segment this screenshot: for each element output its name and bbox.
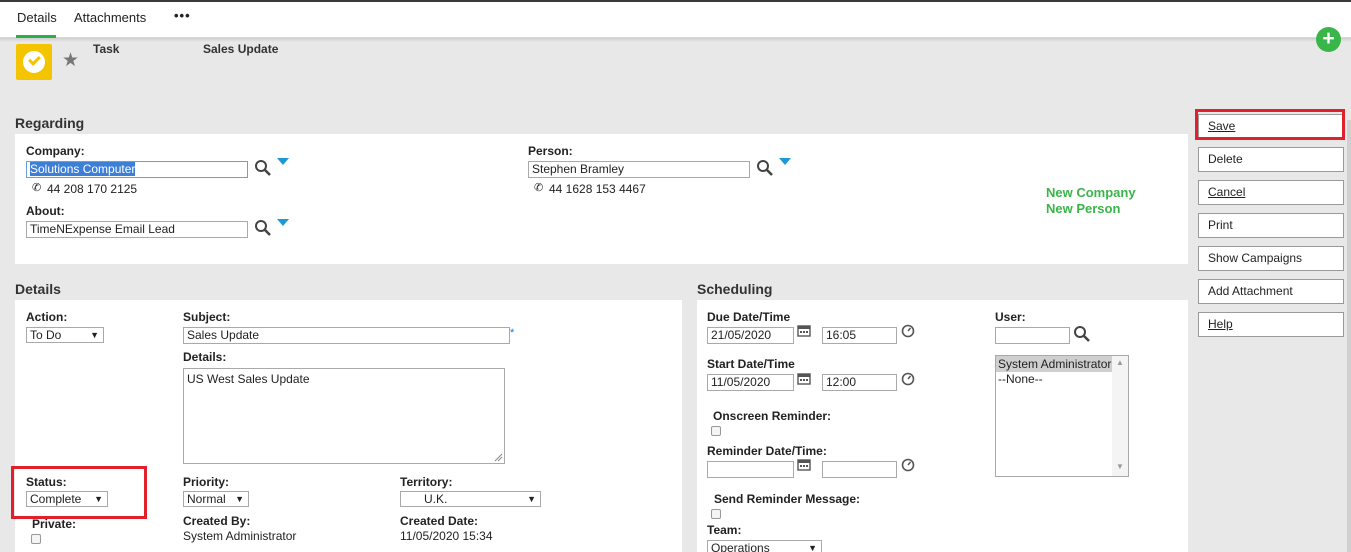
listbox-scrollbar[interactable]: ▲ ▼ (1112, 356, 1128, 476)
task-check-icon (16, 44, 52, 80)
clock-icon[interactable] (901, 458, 915, 472)
calendar-icon[interactable] (797, 458, 811, 471)
phone-icon: ✆ (32, 182, 42, 194)
print-button[interactable]: Print (1198, 213, 1344, 238)
regarding-panel (15, 134, 1188, 264)
new-company-link[interactable]: New Company (1046, 185, 1136, 200)
required-mark: * (510, 327, 515, 339)
calendar-icon[interactable] (797, 372, 811, 385)
search-icon[interactable] (1073, 325, 1091, 343)
onscreen-reminder-checkbox[interactable] (711, 426, 721, 436)
calendar-icon[interactable] (797, 324, 811, 337)
status-highlight-box (11, 466, 147, 519)
start-time-field[interactable]: 12:00 (822, 374, 897, 391)
delete-button[interactable]: Delete (1198, 147, 1344, 172)
tab-attachments[interactable]: Attachments (74, 10, 146, 25)
add-attachment-button[interactable]: Add Attachment (1198, 279, 1344, 304)
user-search-field[interactable] (995, 327, 1070, 344)
chevron-down-icon: ▼ (235, 494, 244, 504)
action-select-value: To Do (30, 328, 62, 342)
star-icon[interactable]: ★ (62, 51, 79, 70)
person-label: Person: (528, 144, 573, 158)
priority-select-value: Normal (187, 492, 226, 506)
user-listbox[interactable]: System Administrator --None-- ▲ ▼ (995, 355, 1129, 477)
private-label: Private: (32, 517, 77, 531)
dropdown-arrow-icon[interactable] (277, 219, 289, 226)
new-person-link[interactable]: New Person (1046, 201, 1120, 216)
help-button[interactable]: Help (1198, 312, 1344, 337)
reminder-date-field[interactable] (707, 461, 794, 478)
details-title: Details (15, 281, 61, 297)
user-option-selected[interactable]: System Administrator (996, 356, 1112, 372)
chevron-down-icon: ▼ (90, 330, 99, 340)
onscreen-reminder-label: Onscreen Reminder: (713, 409, 832, 423)
due-date-field[interactable]: 21/05/2020 (707, 327, 794, 344)
team-label: Team: (707, 523, 742, 537)
about-field[interactable]: TimeNExpense Email Lead (26, 221, 248, 238)
created-date-value: 11/05/2020 15:34 (400, 529, 493, 543)
chevron-down-icon: ▼ (527, 494, 536, 504)
scheduling-title: Scheduling (697, 281, 773, 297)
reminder-time-field[interactable] (822, 461, 897, 478)
user-label: User: (995, 310, 1026, 324)
person-phone: 44 1628 153 4467 (549, 182, 646, 196)
scroll-down-icon[interactable]: ▼ (1116, 462, 1124, 471)
company-label: Company: (26, 144, 85, 158)
cancel-button-label: Cancel (1208, 185, 1246, 199)
dropdown-arrow-icon[interactable] (779, 158, 791, 165)
entity-type-label: Task (93, 42, 120, 56)
phone-icon: ✆ (534, 182, 544, 194)
page-scrollbar[interactable] (1347, 120, 1351, 552)
help-button-label: Help (1208, 317, 1233, 331)
start-datetime-label: Start Date/Time (707, 357, 795, 371)
created-by-value: System Administrator (183, 529, 297, 543)
tab-more-menu[interactable]: ••• (174, 8, 191, 23)
team-select-value: Operations (711, 541, 770, 552)
priority-label: Priority: (183, 475, 230, 489)
chevron-down-icon: ▼ (808, 543, 817, 552)
clock-icon[interactable] (901, 372, 915, 386)
send-reminder-checkbox[interactable] (711, 509, 721, 519)
tab-details[interactable]: Details (17, 10, 57, 25)
due-datetime-label: Due Date/Time (707, 310, 791, 324)
cancel-button[interactable]: Cancel (1198, 180, 1344, 205)
entity-name: Sales Update (203, 42, 279, 56)
company-field[interactable]: Solutions Computer (26, 161, 248, 178)
plus-icon[interactable]: + (1316, 27, 1341, 52)
territory-select[interactable]: U.K. ▼ (400, 491, 541, 507)
details-textarea[interactable]: US West Sales Update (183, 368, 505, 464)
company-phone: 44 208 170 2125 (47, 182, 138, 196)
clock-icon[interactable] (901, 324, 915, 338)
user-option[interactable]: --None-- (996, 372, 1128, 387)
subject-label: Subject: (183, 310, 231, 324)
search-icon[interactable] (254, 159, 272, 177)
start-date-field[interactable]: 11/05/2020 (707, 374, 794, 391)
action-label: Action: (26, 310, 68, 324)
show-campaigns-button[interactable]: Show Campaigns (1198, 246, 1344, 271)
team-select[interactable]: Operations ▼ (707, 540, 822, 552)
subject-field[interactable]: Sales Update (183, 327, 510, 344)
company-field-value: Solutions Computer (30, 162, 136, 176)
tab-bar: Details Attachments ••• (0, 2, 1351, 38)
reminder-datetime-label: Reminder Date/Time: (707, 444, 827, 458)
resize-handle-icon[interactable] (494, 453, 503, 462)
about-label: About: (26, 204, 65, 218)
created-by-label: Created By: (183, 514, 251, 528)
dropdown-arrow-icon[interactable] (277, 158, 289, 165)
action-select[interactable]: To Do ▼ (26, 327, 104, 343)
send-reminder-label: Send Reminder Message: (714, 492, 861, 506)
search-icon[interactable] (254, 219, 272, 237)
details-label: Details: (183, 350, 227, 364)
regarding-title: Regarding (15, 115, 85, 131)
priority-select[interactable]: Normal ▼ (183, 491, 249, 507)
territory-label: Territory: (400, 475, 453, 489)
private-checkbox[interactable] (31, 534, 41, 544)
created-date-label: Created Date: (400, 514, 479, 528)
person-field[interactable]: Stephen Bramley (528, 161, 750, 178)
search-icon[interactable] (756, 159, 774, 177)
territory-select-value: U.K. (424, 492, 448, 506)
due-time-field[interactable]: 16:05 (822, 327, 897, 344)
scroll-up-icon[interactable]: ▲ (1116, 358, 1124, 367)
save-highlight-box (1195, 109, 1345, 140)
